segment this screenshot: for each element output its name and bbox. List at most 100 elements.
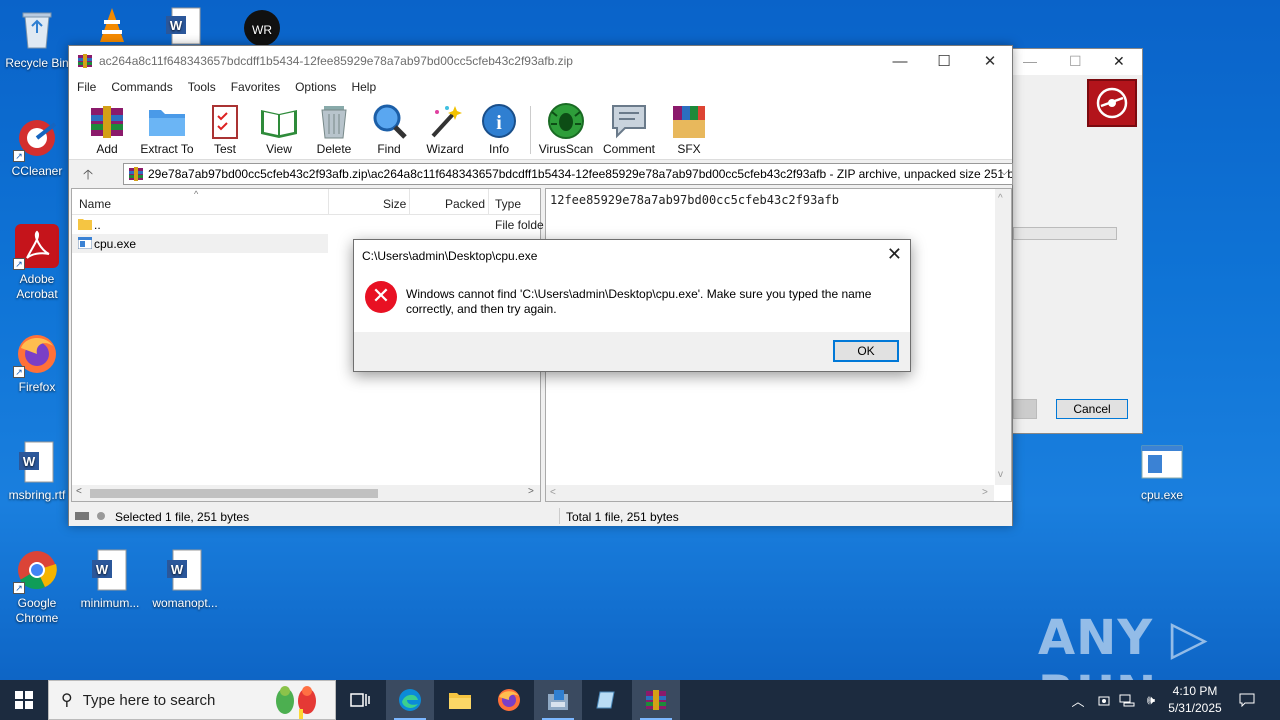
virusscan-button[interactable]: VirusScan <box>538 102 594 156</box>
word-document-icon: W <box>163 548 207 592</box>
column-packed[interactable]: Packed <box>445 197 485 211</box>
file-row-parent[interactable]: .. File folde <box>72 215 544 234</box>
up-arrow-icon[interactable]: 🡡 <box>83 164 93 188</box>
view-button[interactable]: View <box>257 102 301 156</box>
menu-commands[interactable]: Commands <box>111 80 172 94</box>
desktop-icon-ccleaner[interactable]: ↗ CCleaner <box>1 116 73 179</box>
desktop-icon-label: Firefox <box>18 380 56 394</box>
delete-button[interactable]: Delete <box>312 102 356 156</box>
cancel-button[interactable]: Cancel <box>1056 399 1128 419</box>
minimize-icon[interactable]: — <box>1023 53 1037 69</box>
tray-security-icon[interactable] <box>1093 680 1115 720</box>
desktop-icon-cpu-exe[interactable]: cpu.exe <box>1126 440 1198 503</box>
firefox-icon: ↗ <box>13 332 59 378</box>
maximize-button[interactable]: ☐ <box>921 46 967 76</box>
scroll-left-icon[interactable]: < <box>76 486 82 497</box>
error-dialog-body: C:\Users\admin\Desktop\cpu.exe ✕ ✕ Windo… <box>354 240 910 332</box>
menu-options[interactable]: Options <box>295 80 336 94</box>
search-icon: ⚲ <box>61 692 73 709</box>
column-separator[interactable] <box>328 189 329 215</box>
svg-text:W: W <box>96 562 109 577</box>
notification-icon[interactable] <box>1234 680 1260 720</box>
disabled-button <box>1013 399 1037 419</box>
shortcut-arrow-icon: ↗ <box>13 150 25 162</box>
address-bar: 🡡 29e78a7ab97bd00cc5cfeb43c2f93afb.zip\a… <box>69 160 1013 188</box>
extract-to-button[interactable]: Extract To <box>139 102 195 156</box>
taskbar-winrar[interactable] <box>632 680 680 720</box>
menu-tools[interactable]: Tools <box>188 80 216 94</box>
column-type[interactable]: Type <box>495 197 521 211</box>
task-view-button[interactable] <box>336 680 384 720</box>
desktop-icon-recycle-bin[interactable]: Recycle Bin <box>1 8 73 71</box>
column-size[interactable]: Size <box>383 197 406 211</box>
scroll-up-icon[interactable]: ^ <box>998 193 1003 204</box>
winrar-app-icon <box>78 54 92 68</box>
svg-text:WR: WR <box>252 23 272 37</box>
comment-button[interactable]: Comment <box>601 102 657 156</box>
close-icon[interactable]: ✕ <box>887 244 902 265</box>
archive-icon <box>129 167 143 181</box>
error-dialog-title: C:\Users\admin\Desktop\cpu.exe <box>362 249 538 263</box>
desktop-icon-adobe-acrobat[interactable]: ↗ Adobe Acrobat <box>1 224 73 302</box>
status-divider <box>559 508 560 524</box>
volume-icon[interactable]: 🕪 <box>1140 680 1162 720</box>
taskbar-notepad[interactable] <box>583 680 631 720</box>
close-icon[interactable]: ✕ <box>1113 53 1125 70</box>
dark-app-icon: WR <box>240 6 284 50</box>
column-separator[interactable] <box>488 189 489 215</box>
clock[interactable]: 4:10 PM 5/31/2025 <box>1160 683 1230 717</box>
status-bar: Selected 1 file, 251 bytes Total 1 file,… <box>69 506 1012 526</box>
virus-scan-icon <box>546 102 586 140</box>
path-field[interactable]: 29e78a7ab97bd00cc5cfeb43c2f93afb.zip\ac2… <box>123 163 1013 185</box>
taskbar-app-installer[interactable] <box>534 680 582 720</box>
menu-favorites[interactable]: Favorites <box>231 80 280 94</box>
virusscan-label: VirusScan <box>538 142 594 156</box>
desktop-icon-google-chrome[interactable]: ↗ Google Chrome <box>1 548 73 626</box>
desktop-icon-firefox[interactable]: ↗ Firefox <box>1 332 73 395</box>
column-separator[interactable] <box>409 189 410 215</box>
background-dialog-titlebar: — ☐ ✕ <box>1013 49 1142 75</box>
clock-time: 4:10 PM <box>1172 684 1218 698</box>
horizontal-scrollbar[interactable]: < > <box>546 485 994 501</box>
desktop-icon-womanopt[interactable]: W womanopt... <box>149 548 221 611</box>
menu-file[interactable]: File <box>77 80 96 94</box>
chevron-down-icon[interactable]: ⌵ <box>1000 167 1008 178</box>
scroll-thumb[interactable] <box>90 489 378 498</box>
search-box[interactable]: ⚲ Type here to search <box>48 680 336 720</box>
word-document-icon: W <box>15 440 59 484</box>
column-name[interactable]: Name <box>79 197 111 211</box>
ok-button[interactable]: OK <box>833 340 899 362</box>
wizard-button[interactable]: Wizard <box>423 102 467 156</box>
sfx-button[interactable]: SFX <box>669 102 709 156</box>
vertical-scrollbar[interactable]: ^ v <box>995 189 1011 485</box>
taskbar-edge[interactable] <box>386 680 434 720</box>
find-button[interactable]: Find <box>369 102 409 156</box>
close-button[interactable]: ✕ <box>967 46 1013 76</box>
scroll-down-icon[interactable]: v <box>998 469 1003 480</box>
scroll-right-icon[interactable]: > <box>982 487 988 498</box>
taskbar-file-explorer[interactable] <box>436 680 484 720</box>
menu-help[interactable]: Help <box>351 80 376 94</box>
taskbar: ⚲ Type here to search ︿ 🕪 4:10 PM 5/31/2… <box>0 680 1280 720</box>
window-title: ac264a8c11f648343657bdcdff1b5434-12fee85… <box>99 54 573 68</box>
taskbar-firefox[interactable] <box>485 680 533 720</box>
search-placeholder: Type here to search <box>82 691 216 709</box>
clock-date: 5/31/2025 <box>1168 701 1222 715</box>
info-button[interactable]: i Info <box>479 102 519 156</box>
maximize-icon[interactable]: ☐ <box>1069 53 1082 70</box>
test-button[interactable]: Test <box>205 102 245 156</box>
minimize-button[interactable]: — <box>877 46 923 76</box>
scroll-left-icon[interactable]: < <box>550 487 556 498</box>
network-icon[interactable] <box>1116 680 1138 720</box>
sfx-label: SFX <box>677 142 701 156</box>
scroll-right-icon[interactable]: > <box>528 486 534 497</box>
tray-overflow-chevron-icon[interactable]: ︿ <box>1068 680 1088 720</box>
find-label: Find <box>377 142 401 156</box>
start-button[interactable] <box>0 680 48 720</box>
folder-icon <box>449 693 471 709</box>
add-button[interactable]: Add <box>87 102 127 156</box>
desktop-icon-minimum[interactable]: W minimum... <box>74 548 146 611</box>
desktop-icon-msbring[interactable]: W msbring.rtf <box>1 440 73 503</box>
horizontal-scrollbar[interactable]: < > <box>72 485 540 501</box>
file-row-cpu-exe[interactable]: cpu.exe <box>72 234 328 253</box>
